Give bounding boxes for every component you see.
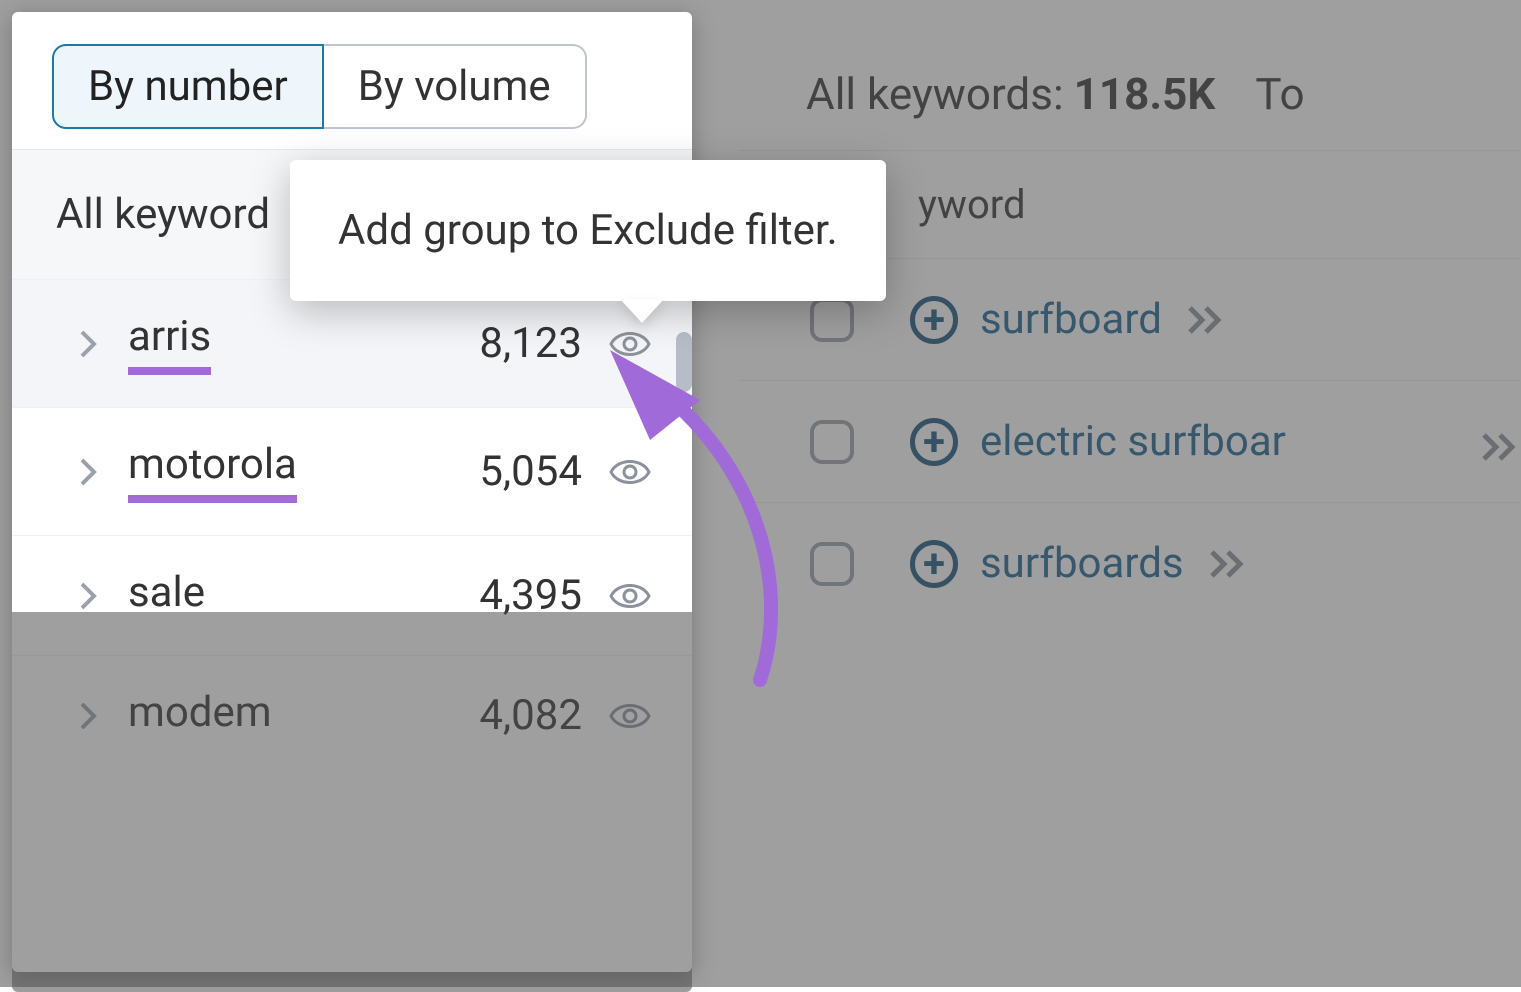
group-row-modem[interactable]: modem 4,082 bbox=[12, 655, 692, 775]
expand-chevron-icon[interactable] bbox=[1186, 304, 1226, 336]
chevron-right-icon[interactable] bbox=[76, 704, 100, 728]
expand-chevron-icon[interactable] bbox=[1208, 548, 1248, 580]
keyword-groups-panel: By number By volume All keyword arris 8,… bbox=[12, 12, 692, 972]
tooltip-exclude-filter: Add group to Exclude filter. bbox=[290, 160, 886, 301]
group-sort-tabs: By number By volume bbox=[12, 12, 692, 149]
keyword-link[interactable]: surfboard bbox=[980, 295, 1162, 344]
results-summary-count: 118.5K bbox=[1074, 68, 1216, 120]
all-keywords-label: All keyword bbox=[56, 190, 270, 239]
checkbox[interactable] bbox=[810, 420, 854, 464]
checkbox[interactable] bbox=[810, 298, 854, 342]
keyword-row[interactable]: electric surfboar bbox=[740, 380, 1520, 502]
scrollbar-thumb[interactable] bbox=[676, 332, 692, 392]
group-row-sale[interactable]: sale 4,395 bbox=[12, 535, 692, 655]
add-keyword-icon[interactable] bbox=[910, 418, 958, 466]
eye-icon[interactable] bbox=[608, 574, 652, 618]
tab-by-number[interactable]: By number bbox=[52, 44, 324, 129]
group-row-motorola[interactable]: motorola 5,054 bbox=[12, 407, 692, 535]
eye-icon[interactable] bbox=[608, 694, 652, 738]
tab-by-volume[interactable]: By volume bbox=[324, 44, 587, 129]
chevron-right-icon[interactable] bbox=[76, 460, 100, 484]
keyword-results-panel: All keywords: 118.5K To yword surfboard … bbox=[740, 10, 1520, 980]
checkbox[interactable] bbox=[810, 542, 854, 586]
results-summary-label: All keywords: bbox=[806, 68, 1064, 120]
add-keyword-icon[interactable] bbox=[910, 296, 958, 344]
eye-icon[interactable] bbox=[608, 450, 652, 494]
group-count: 8,123 bbox=[479, 319, 582, 368]
results-summary: All keywords: 118.5K To bbox=[740, 10, 1520, 150]
group-name[interactable]: modem bbox=[128, 688, 272, 743]
keyword-row[interactable]: surfboards bbox=[740, 502, 1520, 624]
group-count: 4,395 bbox=[479, 571, 582, 620]
add-keyword-icon[interactable] bbox=[910, 540, 958, 588]
keyword-link[interactable]: electric surfboar bbox=[980, 417, 1286, 466]
chevron-right-icon[interactable] bbox=[76, 332, 100, 356]
expand-chevron-icon[interactable] bbox=[1480, 431, 1520, 463]
group-name[interactable]: motorola bbox=[128, 440, 297, 503]
group-count: 4,082 bbox=[479, 691, 582, 740]
tooltip-text: Add group to Exclude filter. bbox=[338, 206, 838, 255]
keyword-link[interactable]: surfboards bbox=[980, 539, 1184, 588]
group-count: 5,054 bbox=[479, 447, 582, 496]
group-list: arris 8,123 motorola 5,054 sale 4,3 bbox=[12, 279, 692, 775]
eye-icon[interactable] bbox=[608, 322, 652, 366]
group-name[interactable]: sale bbox=[128, 568, 205, 623]
chevron-right-icon[interactable] bbox=[76, 584, 100, 608]
results-summary-trail: To bbox=[1255, 68, 1304, 120]
group-name[interactable]: arris bbox=[128, 312, 211, 375]
